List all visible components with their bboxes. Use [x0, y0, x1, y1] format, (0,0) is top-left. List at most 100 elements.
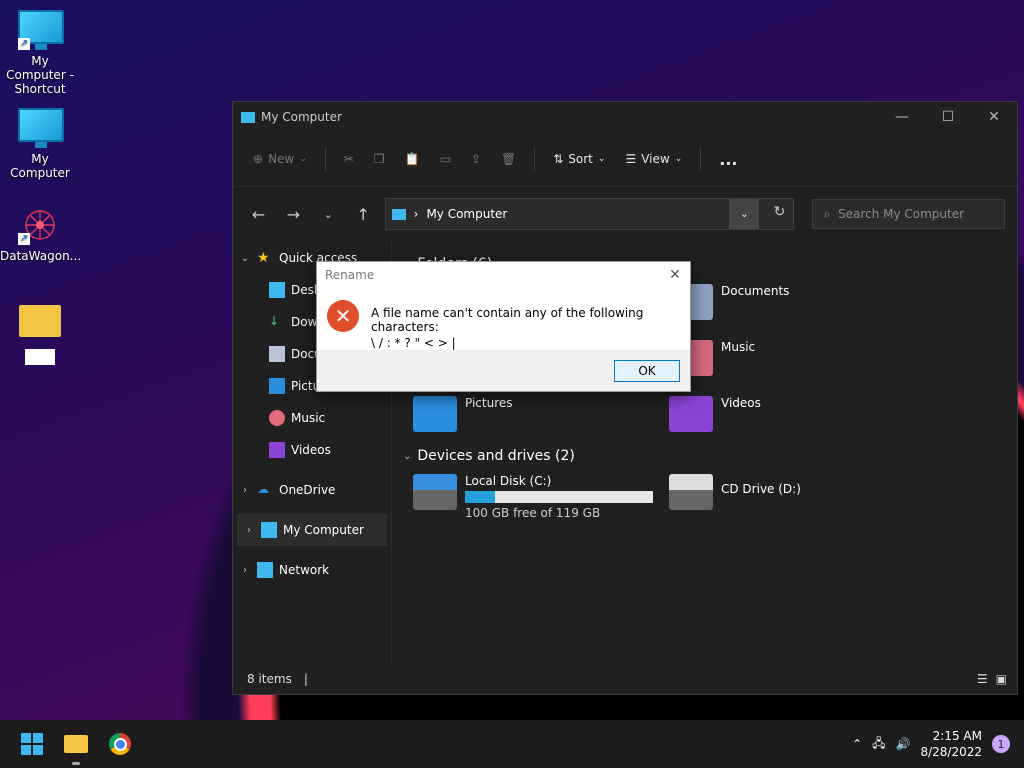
- sidebar-item-onedrive[interactable]: › ☁ OneDrive: [233, 474, 391, 506]
- new-button[interactable]: ⊕ New ⌄: [245, 146, 315, 172]
- items-count: 8 items: [247, 672, 292, 686]
- navigation-row: ← → ⌄ ↑ › My Computer ⌄ ↻ ⌕ Search My Co…: [233, 187, 1017, 241]
- dialog-title: Rename: [325, 268, 375, 282]
- share-button[interactable]: ⇪: [463, 146, 489, 172]
- datawagon-logo-icon: ↗: [18, 205, 62, 245]
- view-button[interactable]: ☰ View ⌄: [617, 146, 690, 172]
- file-explorer-taskbar-button[interactable]: [54, 720, 98, 768]
- rename-error-dialog: Rename ✕ ✕ A file name can't contain any…: [316, 261, 691, 392]
- dialog-message: A file name can't contain any of the fol…: [371, 306, 644, 334]
- folder-pictures[interactable]: Pictures: [413, 396, 513, 432]
- delete-button[interactable]: 🗑: [493, 146, 524, 172]
- windows-logo-icon: [21, 733, 43, 755]
- close-button[interactable]: ✕: [971, 102, 1017, 132]
- folder-videos[interactable]: Videos: [669, 396, 761, 432]
- monitor-icon: [241, 111, 255, 123]
- monitor-icon: [18, 108, 64, 148]
- desktop-icon-datawagon[interactable]: ↗ DataWagon...: [0, 205, 82, 263]
- window-titlebar[interactable]: My Computer — ☐ ✕: [233, 102, 1017, 132]
- dialog-invalid-chars: \ / : * ? " < > |: [371, 336, 456, 350]
- network-icon: [257, 562, 273, 578]
- dialog-titlebar[interactable]: Rename ✕: [317, 262, 690, 288]
- forward-arrow-icon[interactable]: →: [280, 205, 307, 224]
- share-icon: ⇪: [470, 152, 481, 166]
- volume-icon[interactable]: 🔊: [896, 737, 911, 751]
- search-input[interactable]: ⌕ Search My Computer: [812, 199, 1005, 229]
- document-icon: [269, 346, 285, 362]
- sidebar-item-my-computer[interactable]: › My Computer: [237, 514, 387, 546]
- copy-icon: ❐: [373, 152, 385, 166]
- taskbar: ⌃ 🖧 🔊 2:15 AM 8/28/2022 1: [0, 720, 1024, 768]
- monitor-icon: [391, 208, 406, 220]
- devices-group-header[interactable]: ⌄ Devices and drives (2): [403, 442, 575, 470]
- chevron-right-icon[interactable]: ›: [237, 525, 261, 536]
- status-divider: |: [303, 672, 308, 686]
- sidebar-item-music[interactable]: Music: [233, 402, 391, 434]
- details-view-icon[interactable]: ☰: [977, 672, 988, 686]
- chevron-down-icon[interactable]: ⌄: [233, 253, 257, 264]
- desktop-icon-my-computer[interactable]: My Computer: [0, 108, 80, 180]
- drive-usage-bar: [465, 491, 653, 503]
- more-options-button[interactable]: ...: [711, 144, 745, 175]
- address-bar[interactable]: › My Computer ⌄ ↻: [384, 198, 795, 230]
- scissors-icon: ✂: [343, 152, 354, 166]
- drive-cd-d[interactable]: CD Drive (D:): [669, 474, 801, 510]
- hard-drive-icon: [413, 474, 457, 510]
- window-title: My Computer: [261, 110, 342, 124]
- search-placeholder: Search My Computer: [838, 207, 965, 221]
- chevron-down-icon: ⌄: [597, 154, 606, 164]
- sidebar-item-videos[interactable]: Videos: [233, 434, 391, 466]
- chrome-taskbar-button[interactable]: [98, 720, 142, 768]
- drive-local-disk-c[interactable]: Local Disk (C:) 100 GB free of 119 GB: [413, 474, 653, 520]
- back-arrow-icon[interactable]: ←: [245, 205, 272, 224]
- view-icon: ☰: [625, 152, 637, 166]
- breadcrumb[interactable]: My Computer: [426, 207, 507, 221]
- show-hidden-icons-chevron-icon[interactable]: ⌃: [852, 737, 862, 751]
- network-status-icon[interactable]: 🖧: [872, 734, 885, 755]
- chevron-down-icon: ⌄: [299, 154, 307, 164]
- desktop-icon-rename-box[interactable]: [25, 349, 55, 365]
- up-arrow-icon[interactable]: ↑: [350, 205, 377, 224]
- paste-button[interactable]: 📋: [397, 146, 428, 172]
- tiles-view-icon[interactable]: ▣: [996, 672, 1007, 686]
- shortcut-arrow-icon: ↗: [18, 38, 30, 50]
- sidebar-item-network[interactable]: › Network: [233, 554, 391, 586]
- minimize-button[interactable]: —: [879, 102, 925, 132]
- cd-drive-icon: [669, 474, 713, 510]
- sort-icon: ⇅: [553, 152, 564, 166]
- monitor-icon: ↗: [18, 10, 64, 50]
- desktop-icon-label: My Computer: [10, 152, 70, 180]
- pictures-icon: [269, 378, 285, 394]
- desktop-icon-my-computer-shortcut[interactable]: ↗ My Computer - Shortcut: [0, 10, 80, 96]
- status-bar: 8 items | ☰ ▣: [233, 664, 1017, 694]
- rename-button[interactable]: ▭: [432, 146, 459, 172]
- command-bar: ⊕ New ⌄ ✂ ❐ 📋 ▭ ⇪ 🗑 ⇅ Sort ⌄ ☰ View ⌄ ...: [233, 132, 1017, 187]
- cut-button[interactable]: ✂: [336, 146, 362, 172]
- clock[interactable]: 2:15 AM 8/28/2022: [920, 728, 982, 760]
- maximize-button[interactable]: ☐: [925, 102, 971, 132]
- search-icon: ⌕: [823, 206, 831, 221]
- notification-badge[interactable]: 1: [992, 735, 1010, 753]
- dialog-close-button[interactable]: ✕: [660, 267, 690, 283]
- refresh-icon[interactable]: ↻: [774, 204, 786, 220]
- dialog-body: ✕ A file name can't contain any of the f…: [317, 288, 690, 350]
- chevron-right-icon[interactable]: ›: [233, 565, 257, 576]
- music-icon: [269, 410, 285, 426]
- download-icon: ↓: [269, 314, 280, 328]
- desktop-icon-folder[interactable]: [0, 305, 80, 365]
- monitor-icon: [261, 522, 277, 538]
- cloud-icon: ☁: [257, 482, 269, 496]
- pictures-folder-icon: [413, 396, 457, 432]
- desktop-icon-label: DataWagon...: [0, 249, 82, 263]
- desktop-icon-label: My Computer - Shortcut: [6, 54, 74, 96]
- start-button[interactable]: [10, 720, 54, 768]
- copy-button[interactable]: ❐: [366, 146, 393, 172]
- explorer-window: My Computer — ☐ ✕ ⊕ New ⌄ ✂ ❐ 📋 ▭ ⇪ 🗑 ⇅ Sor…: [232, 101, 1018, 695]
- videos-icon: [269, 442, 285, 458]
- ok-button[interactable]: OK: [614, 360, 680, 382]
- address-dropdown-button[interactable]: ⌄: [729, 199, 760, 229]
- chevron-right-icon[interactable]: ›: [233, 485, 257, 496]
- recent-dropdown-icon[interactable]: ⌄: [315, 208, 342, 221]
- system-tray: ⌃ 🖧 🔊 2:15 AM 8/28/2022 1: [852, 728, 1024, 760]
- sort-button[interactable]: ⇅ Sort ⌄: [545, 146, 613, 172]
